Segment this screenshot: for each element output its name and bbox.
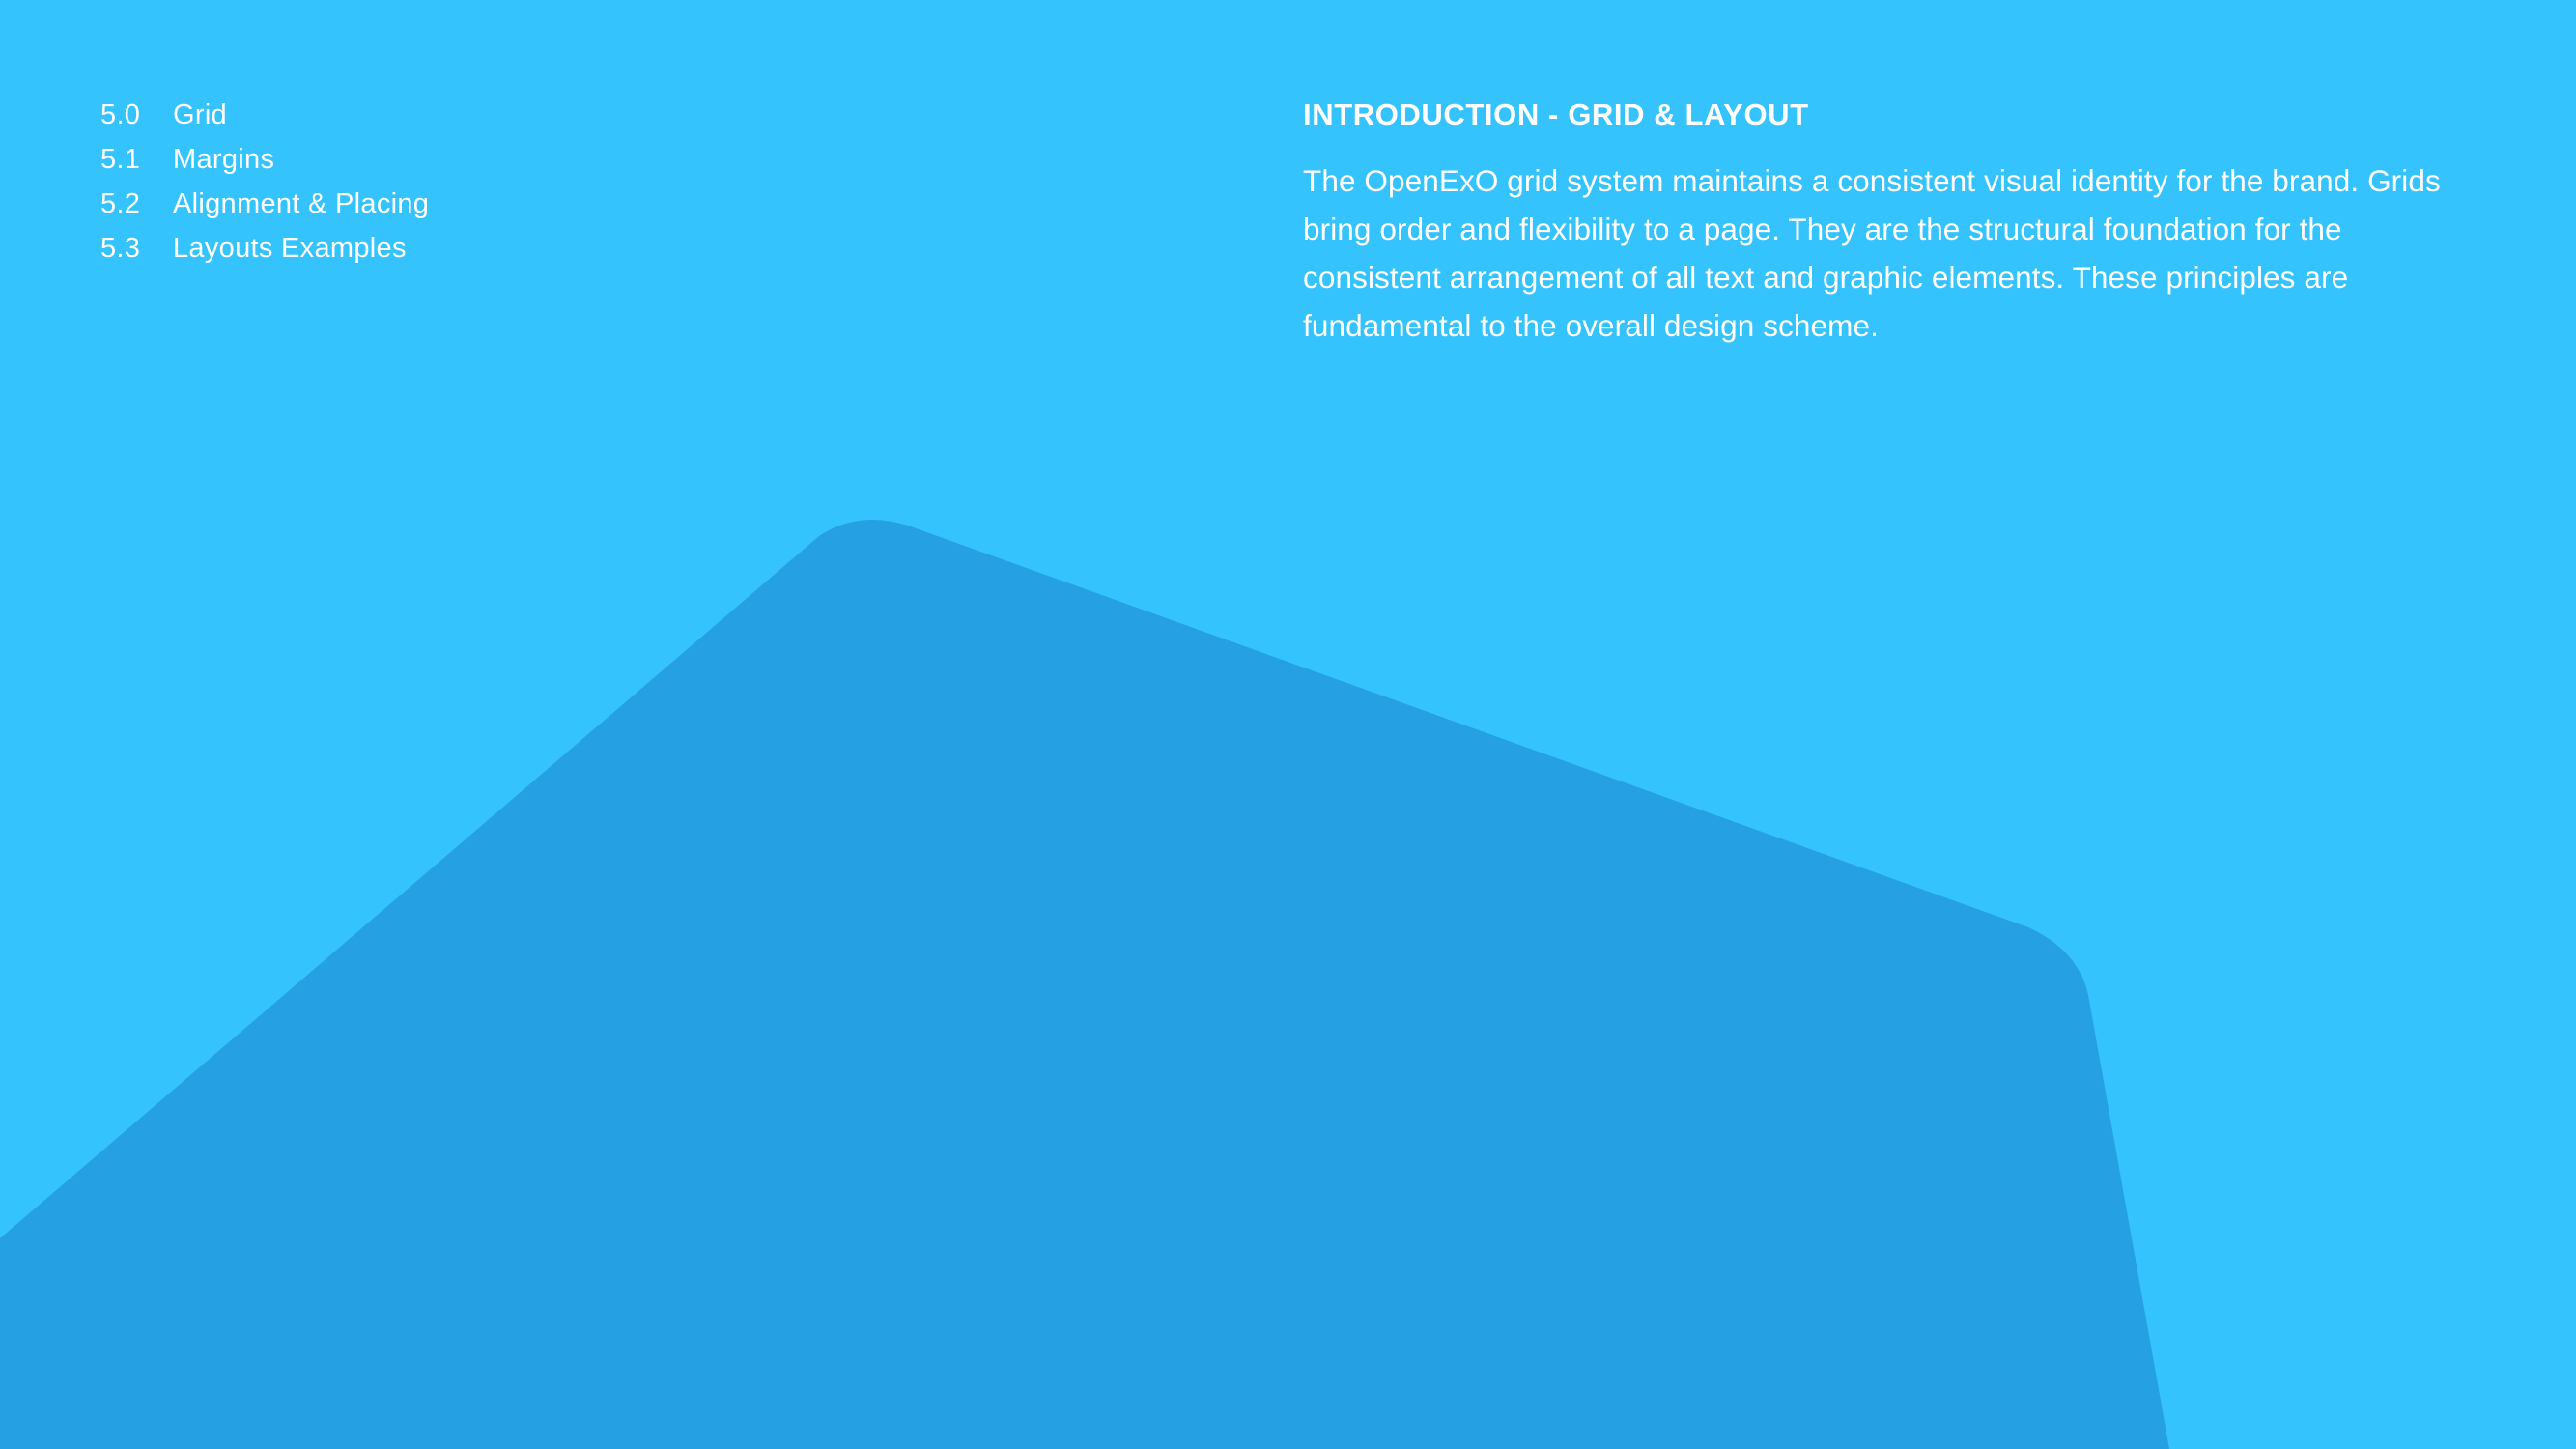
toc-item-alignment-placing[interactable]: 5.2 Alignment & Placing: [100, 182, 429, 226]
section-title: INTRODUCTION - GRID & LAYOUT: [1303, 98, 1809, 131]
toc-item-label: Margins: [173, 144, 275, 175]
table-of-contents: 5.0 Grid 5.1 Margins 5.2 Alignment & Pla…: [100, 93, 429, 270]
intro-section: INTRODUCTION - GRID & LAYOUT The OpenExO…: [1303, 93, 2481, 350]
toc-item-number: 5.1: [100, 144, 141, 175]
toc-item-number: 5.0: [100, 99, 141, 130]
toc-item-label: Layouts Examples: [173, 233, 407, 264]
toc-item-grid[interactable]: 5.0 Grid: [100, 93, 429, 137]
toc-item-label: Grid: [173, 99, 227, 130]
toc-item-margins[interactable]: 5.1 Margins: [100, 137, 429, 182]
toc-item-layouts-examples[interactable]: 5.3 Layouts Examples: [100, 226, 429, 270]
toc-item-number: 5.3: [100, 233, 141, 264]
intro-paragraph: The OpenExO grid system maintains a cons…: [1303, 163, 2441, 343]
toc-item-number: 5.2: [100, 188, 141, 219]
decorative-polygon: [0, 520, 2169, 1449]
toc-item-label: Alignment & Placing: [173, 188, 430, 219]
